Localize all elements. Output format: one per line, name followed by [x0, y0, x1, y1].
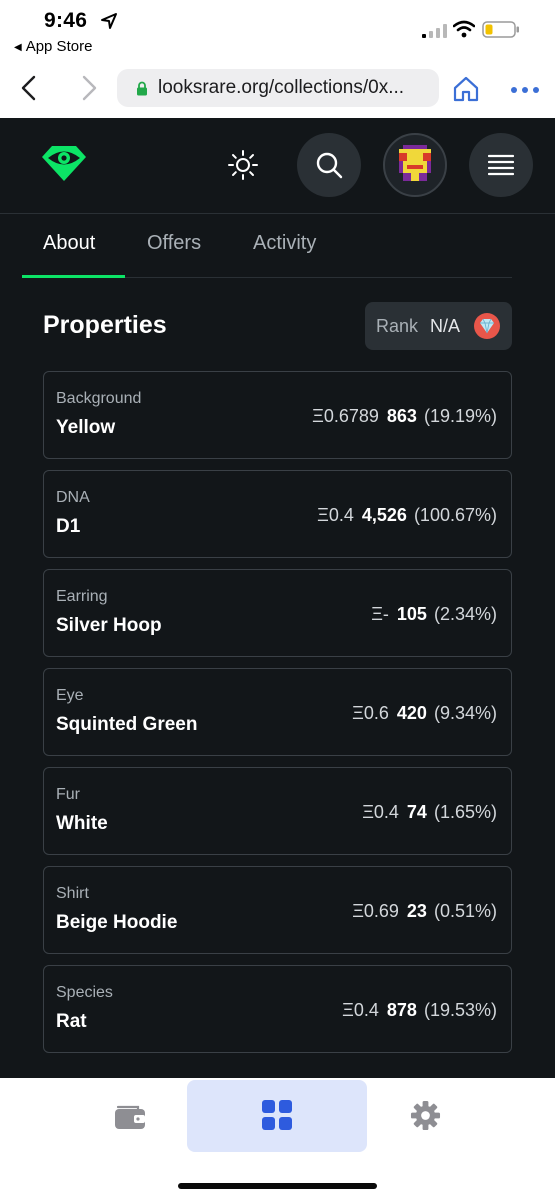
- url-text: looksrare.org/collections/0x...: [158, 77, 405, 98]
- floor-price: Ξ0.4: [342, 1000, 379, 1020]
- floor-price: Ξ0.4: [317, 505, 354, 525]
- property-stats: Ξ0.4 4,526 (100.67%): [317, 505, 497, 526]
- tab-about[interactable]: About: [43, 232, 95, 255]
- trait-count: 74: [406, 802, 427, 822]
- diamond-gem-icon: [474, 313, 500, 339]
- grid-icon: [262, 1100, 292, 1130]
- property-stats: Ξ0.6789 863 (19.19%): [312, 406, 497, 427]
- back-triangle-icon: ◀: [14, 42, 22, 53]
- tab-activity[interactable]: Activity: [253, 232, 316, 255]
- property-stats: Ξ0.6 420 (9.34%): [352, 703, 497, 724]
- search-icon: [316, 152, 343, 179]
- property-type: Fur: [56, 786, 80, 803]
- home-indicator: [178, 1183, 377, 1189]
- detail-tabs: About Offers Activity: [22, 214, 512, 278]
- search-button[interactable]: [297, 133, 361, 197]
- trait-percent: (1.65%): [433, 802, 497, 822]
- property-card-background[interactable]: Background Yellow Ξ0.6789 863 (19.19%): [43, 371, 512, 459]
- floor-price: Ξ0.69: [352, 901, 399, 921]
- property-card-fur[interactable]: Fur White Ξ0.4 74 (1.65%): [43, 767, 512, 855]
- floor-price: Ξ0.4: [362, 802, 399, 822]
- property-type: Background: [56, 390, 142, 407]
- property-value: Yellow: [56, 417, 116, 438]
- floor-price: Ξ-: [371, 604, 389, 624]
- avatar-button[interactable]: [383, 133, 447, 197]
- rank-badge: Rank N/A: [365, 302, 512, 350]
- browser-back-icon[interactable]: [18, 74, 40, 102]
- property-stats: Ξ0.4 74 (1.65%): [362, 802, 497, 823]
- browser-forward-icon[interactable]: [78, 74, 100, 102]
- properties-title: Properties: [43, 311, 167, 339]
- browser-toolbar: looksrare.org/collections/0x...: [0, 62, 555, 118]
- hamburger-menu-icon: [488, 154, 514, 176]
- property-value: Beige Hoodie: [56, 912, 178, 933]
- looksrare-page: About Offers Activity Properties Rank N/…: [0, 118, 555, 1078]
- back-app-label: App Store: [25, 38, 93, 55]
- floor-price: Ξ0.6: [352, 703, 389, 723]
- property-type: Species: [56, 984, 113, 1001]
- trait-count: 863: [386, 406, 417, 426]
- more-options-icon[interactable]: [510, 86, 540, 94]
- home-icon[interactable]: [452, 76, 480, 102]
- trait-count: 4,526: [361, 505, 407, 525]
- wallet-icon[interactable]: [114, 1102, 146, 1130]
- back-to-app-link[interactable]: ◀ App Store: [14, 38, 92, 55]
- rank-value: N/A: [430, 316, 461, 336]
- floor-price: Ξ0.6789: [312, 406, 379, 426]
- trait-count: 23: [406, 901, 427, 921]
- property-card-dna[interactable]: DNA D1 Ξ0.4 4,526 (100.67%): [43, 470, 512, 558]
- property-value: D1: [56, 516, 81, 537]
- property-card-species[interactable]: Species Rat Ξ0.4 878 (19.53%): [43, 965, 512, 1053]
- trait-percent: (0.51%): [433, 901, 497, 921]
- trait-percent: (2.34%): [433, 604, 497, 624]
- status-time: 9:46: [44, 9, 88, 32]
- property-stats: Ξ0.4 878 (19.53%): [342, 1000, 497, 1021]
- ios-status-bar: 9:46 ◀ App Store: [0, 0, 555, 62]
- bottom-tab-bar: [0, 1078, 555, 1200]
- property-card-eye[interactable]: Eye Squinted Green Ξ0.6 420 (9.34%): [43, 668, 512, 756]
- property-value: Squinted Green: [56, 714, 198, 735]
- gear-icon[interactable]: [410, 1100, 441, 1131]
- property-card-earring[interactable]: Earring Silver Hoop Ξ- 105 (2.34%): [43, 569, 512, 657]
- cell-signal-icon: [422, 24, 447, 38]
- trait-percent: (19.53%): [423, 1000, 497, 1020]
- property-type: Shirt: [56, 885, 89, 902]
- trait-count: 105: [396, 604, 427, 624]
- trait-percent: (100.67%): [413, 505, 497, 525]
- trait-count: 420: [396, 703, 427, 723]
- property-value: Rat: [56, 1011, 87, 1032]
- location-arrow-icon: [101, 13, 117, 29]
- property-type: DNA: [56, 489, 90, 506]
- property-value: Silver Hoop: [56, 615, 162, 636]
- property-stats: Ξ- 105 (2.34%): [371, 604, 497, 625]
- site-header: [0, 118, 555, 214]
- active-tab-indicator: [22, 275, 125, 278]
- property-value: White: [56, 813, 108, 834]
- lock-icon: [137, 81, 147, 96]
- trait-count: 878: [386, 1000, 417, 1020]
- looksrare-eye-logo-icon[interactable]: [40, 143, 88, 183]
- rank-label: Rank: [376, 316, 419, 336]
- sun-icon[interactable]: [227, 149, 259, 181]
- battery-icon: [482, 21, 519, 38]
- trait-percent: (19.19%): [423, 406, 497, 426]
- property-card-shirt[interactable]: Shirt Beige Hoodie Ξ0.69 23 (0.51%): [43, 866, 512, 954]
- property-stats: Ξ0.69 23 (0.51%): [352, 901, 497, 922]
- menu-button[interactable]: [469, 133, 533, 197]
- avatar: [399, 145, 431, 181]
- wifi-icon: [453, 20, 475, 38]
- tab-offers[interactable]: Offers: [147, 232, 201, 255]
- trait-percent: (9.34%): [433, 703, 497, 723]
- property-type: Eye: [56, 687, 84, 704]
- property-type: Earring: [56, 588, 108, 605]
